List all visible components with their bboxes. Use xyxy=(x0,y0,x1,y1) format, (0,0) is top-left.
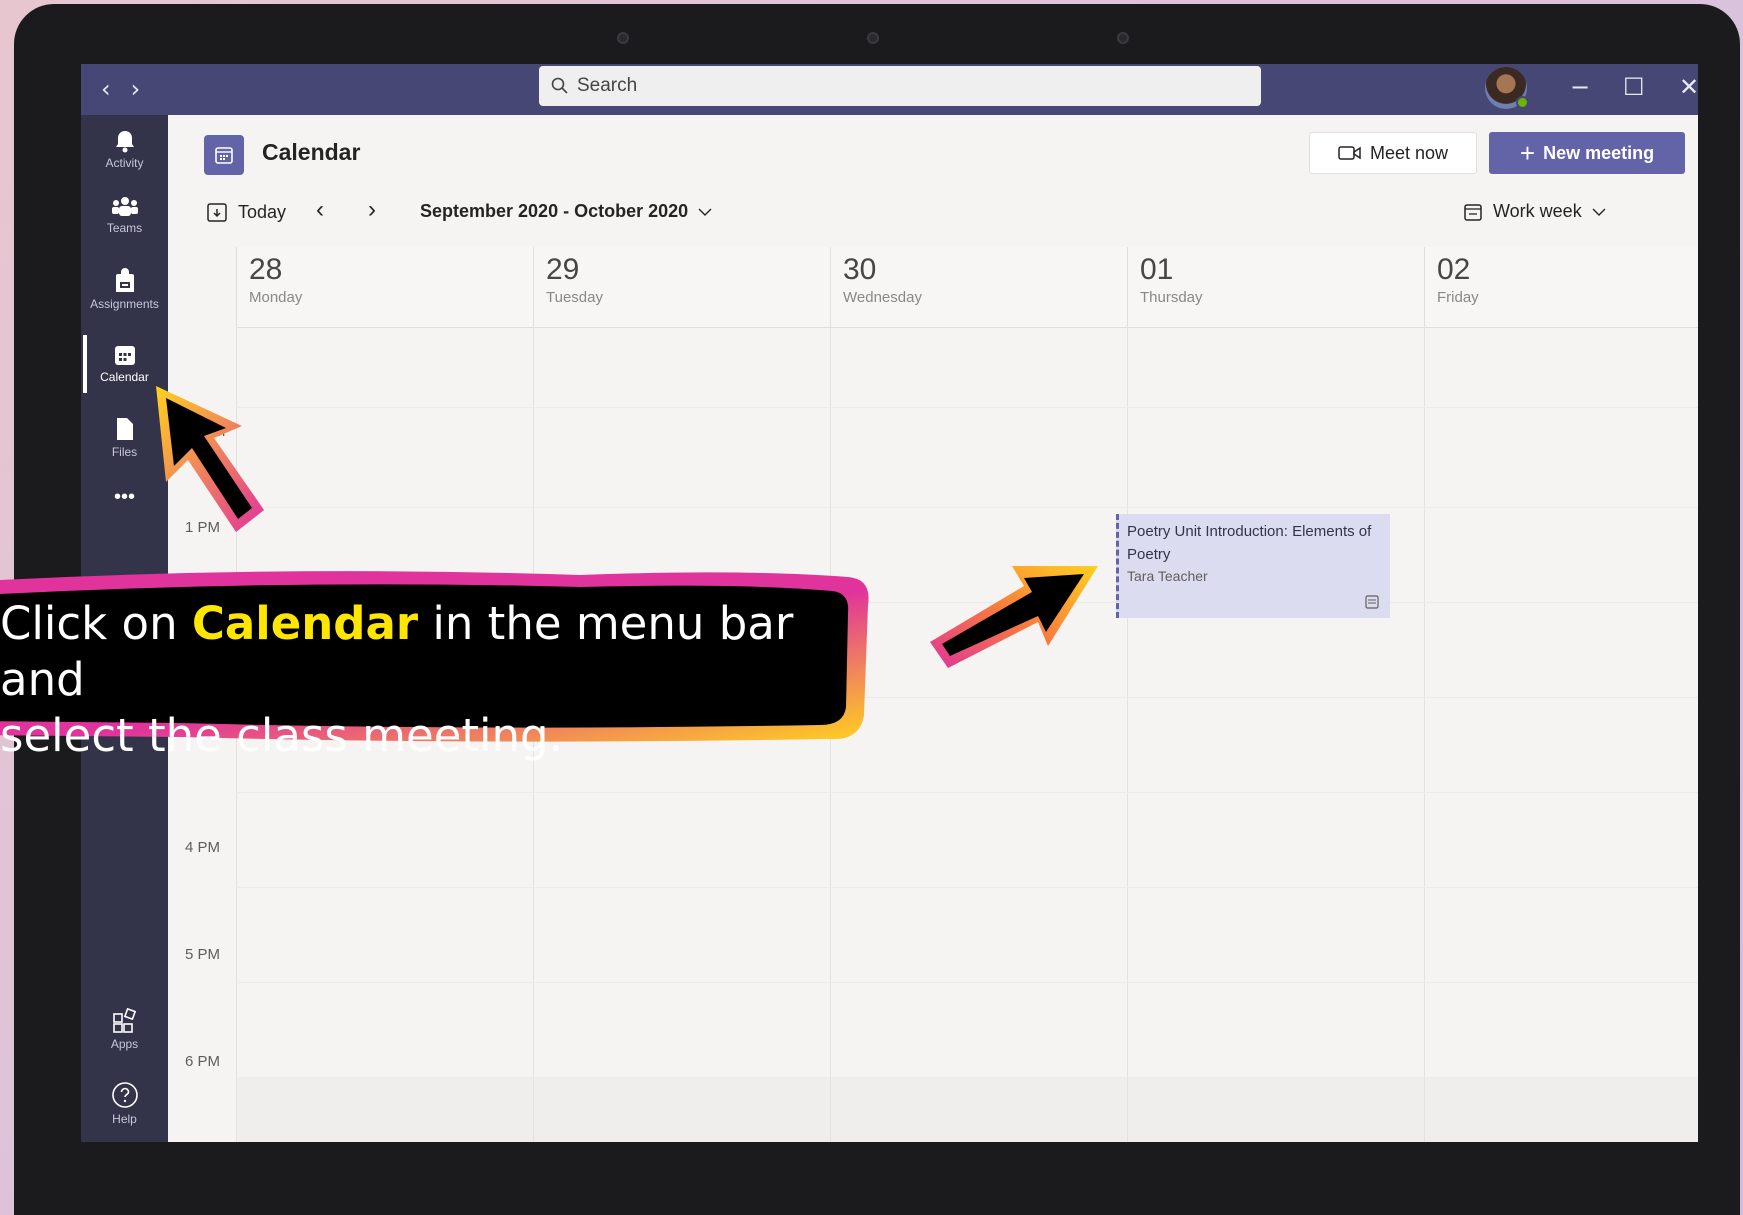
presence-available-icon xyxy=(1516,96,1529,109)
time-label: 6 PM xyxy=(185,1053,221,1070)
new-meeting-label: New meeting xyxy=(1543,142,1655,163)
day-number: 02 xyxy=(1437,253,1471,286)
title-bar: ‹ › Search − ☐ ✕ xyxy=(81,64,1698,115)
pointer-arrow-to-event-icon xyxy=(930,566,1098,668)
hour-line xyxy=(236,1077,1698,1078)
instruction-callout-text: Click on Calendar in the menu bar and se… xyxy=(0,596,830,764)
day-name: Tuesday xyxy=(546,289,603,306)
callout-text-pre: Click on xyxy=(0,597,192,650)
teams-icon xyxy=(111,196,138,216)
today-label: Today xyxy=(238,201,287,222)
hour-line xyxy=(236,507,1698,508)
callout-line-1: Click on Calendar in the menu bar and xyxy=(0,596,830,708)
calendar-app-icon xyxy=(204,135,244,175)
hour-line xyxy=(236,982,1698,983)
rail-item-teams[interactable]: Teams xyxy=(81,181,168,249)
hour-line xyxy=(236,407,1698,408)
class-notebook-icon xyxy=(1365,595,1379,609)
day-header-wednesday[interactable]: 30 Wednesday xyxy=(830,247,1127,327)
rail-label-apps: Apps xyxy=(110,1036,139,1051)
page-title: Calendar xyxy=(262,139,361,165)
calendar-icon xyxy=(114,345,135,365)
hour-line xyxy=(236,792,1698,793)
close-button[interactable]: ✕ xyxy=(1679,72,1698,102)
bell-icon xyxy=(115,130,134,152)
view-label: Work week xyxy=(1493,201,1582,221)
help-icon xyxy=(111,1081,138,1108)
rail-label-files: Files xyxy=(111,444,138,459)
avatar[interactable] xyxy=(1485,67,1529,109)
chevron-down-icon xyxy=(698,208,712,216)
day-number: 29 xyxy=(546,253,580,286)
previous-week-button[interactable]: ‹ xyxy=(316,196,324,224)
calendar-toolbar: Today ‹ › September 2020 - October 2020 … xyxy=(168,193,1698,237)
rail-item-help[interactable]: Help xyxy=(81,1069,168,1137)
header-divider xyxy=(236,327,1698,328)
date-range-label: September 2020 - October 2020 xyxy=(420,201,689,221)
plus-icon: + xyxy=(1519,138,1536,168)
rail-label-activity: Activity xyxy=(105,155,144,170)
day-number: 01 xyxy=(1140,253,1174,286)
search-icon xyxy=(551,77,568,94)
rail-item-assignments[interactable]: Assignments xyxy=(81,255,168,323)
time-label: 4 PM xyxy=(185,839,221,856)
column-divider xyxy=(1424,327,1425,1142)
day-header-friday[interactable]: 02 Friday xyxy=(1424,247,1698,327)
video-camera-icon xyxy=(1338,146,1361,160)
file-icon xyxy=(116,417,133,440)
day-header-monday[interactable]: 28 Monday xyxy=(236,247,533,327)
day-header-thursday[interactable]: 01 Thursday xyxy=(1127,247,1424,327)
apps-icon xyxy=(112,1007,136,1033)
day-number: 30 xyxy=(843,253,877,286)
day-header-tuesday[interactable]: 29 Tuesday xyxy=(533,247,830,327)
back-chevron-icon[interactable]: ‹ xyxy=(101,72,111,106)
minimize-button[interactable]: − xyxy=(1570,72,1590,102)
meet-now-button[interactable]: Meet now xyxy=(1309,132,1477,174)
after-hours-shade xyxy=(236,1077,1698,1142)
event-organizer: Tara Teacher xyxy=(1127,568,1208,584)
day-name: Wednesday xyxy=(843,289,922,306)
event-title: Poetry Unit Introduction: Elements of Po… xyxy=(1127,523,1372,563)
day-name: Monday xyxy=(249,289,303,306)
day-name: Thursday xyxy=(1140,289,1203,306)
rail-item-activity[interactable]: Activity xyxy=(81,115,168,183)
callout-line-2: select the class meeting. xyxy=(0,709,563,762)
rail-label-help: Help xyxy=(112,1111,137,1126)
today-calendar-icon xyxy=(207,203,227,222)
rail-label-teams: Teams xyxy=(106,220,143,235)
work-week-icon xyxy=(1464,203,1482,221)
camera-dot xyxy=(617,32,629,44)
pointer-arrow-to-calendar-icon xyxy=(156,386,264,532)
today-button[interactable]: Today xyxy=(206,201,286,223)
next-week-button[interactable]: › xyxy=(368,196,376,224)
column-divider xyxy=(1127,327,1128,1142)
search-input[interactable]: Search xyxy=(539,66,1261,106)
hour-line xyxy=(236,887,1698,888)
rail-item-apps[interactable]: Apps xyxy=(81,995,168,1063)
chevron-left-icon: ‹ xyxy=(316,196,324,223)
meet-now-label: Meet now xyxy=(1369,142,1449,163)
day-name: Friday xyxy=(1437,289,1479,306)
rail-label-calendar: Calendar xyxy=(100,369,149,384)
time-label: 5 PM xyxy=(185,946,221,963)
forward-chevron-icon[interactable]: › xyxy=(131,72,141,106)
chevron-down-icon xyxy=(1592,208,1606,216)
rail-label-assignments: Assignments xyxy=(90,296,159,311)
rail-label-more: ••• xyxy=(113,485,135,508)
new-meeting-button[interactable]: + New meeting xyxy=(1489,132,1685,174)
maximize-button[interactable]: ☐ xyxy=(1623,72,1645,102)
backpack-icon xyxy=(115,267,134,292)
search-placeholder: Search xyxy=(577,75,638,96)
callout-highlight: Calendar xyxy=(191,597,419,650)
view-switcher[interactable]: Work week xyxy=(1463,201,1606,222)
date-range-picker[interactable]: September 2020 - October 2020 xyxy=(420,201,712,222)
sensor-dot xyxy=(1117,32,1129,44)
class-meeting-event[interactable]: Poetry Unit Introduction: Elements of Po… xyxy=(1116,514,1390,618)
camera-lens xyxy=(867,32,879,44)
day-number: 28 xyxy=(249,253,283,286)
chevron-right-icon: › xyxy=(368,196,376,223)
